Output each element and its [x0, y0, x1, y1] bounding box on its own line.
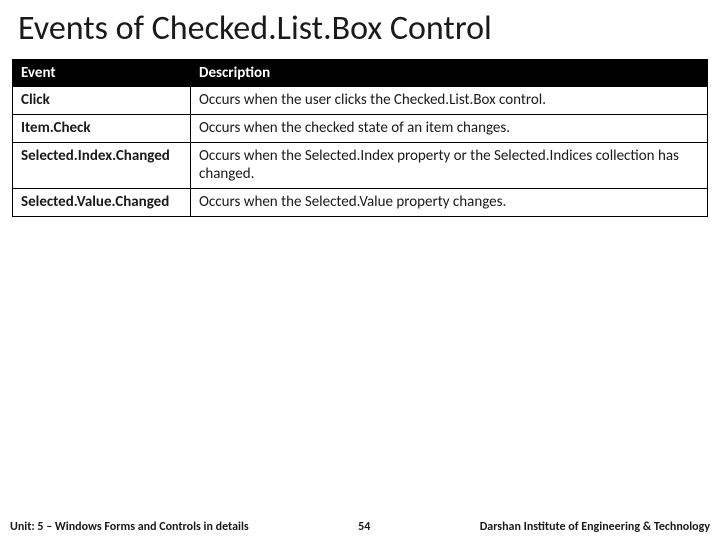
cell-event: Click — [13, 87, 191, 115]
events-table: Event Description Click Occurs when the … — [12, 59, 708, 217]
cell-event: Selected.Value.Changed — [13, 189, 191, 217]
footer: Unit: 5 – Windows Forms and Controls in … — [0, 520, 720, 534]
header-event: Event — [13, 60, 191, 87]
page-title: Events of Checked.List.Box Control — [0, 0, 720, 59]
cell-desc: Occurs when the user clicks the Checked.… — [191, 87, 708, 115]
cell-desc: Occurs when the Selected.Value property … — [191, 189, 708, 217]
table-row: Item.Check Occurs when the checked state… — [13, 114, 708, 142]
footer-org: Darshan Institute of Engineering & Techn… — [480, 520, 710, 534]
table-header-row: Event Description — [13, 60, 708, 87]
footer-page: 54 — [334, 520, 394, 534]
table-row: Selected.Index.Changed Occurs when the S… — [13, 142, 708, 189]
cell-desc: Occurs when the checked state of an item… — [191, 114, 708, 142]
table-row: Click Occurs when the user clicks the Ch… — [13, 87, 708, 115]
cell-event: Selected.Index.Changed — [13, 142, 191, 189]
table-row: Selected.Value.Changed Occurs when the S… — [13, 189, 708, 217]
footer-unit: Unit: 5 – Windows Forms and Controls in … — [10, 520, 249, 534]
cell-desc: Occurs when the Selected.Index property … — [191, 142, 708, 189]
header-desc: Description — [191, 60, 708, 87]
cell-event: Item.Check — [13, 114, 191, 142]
